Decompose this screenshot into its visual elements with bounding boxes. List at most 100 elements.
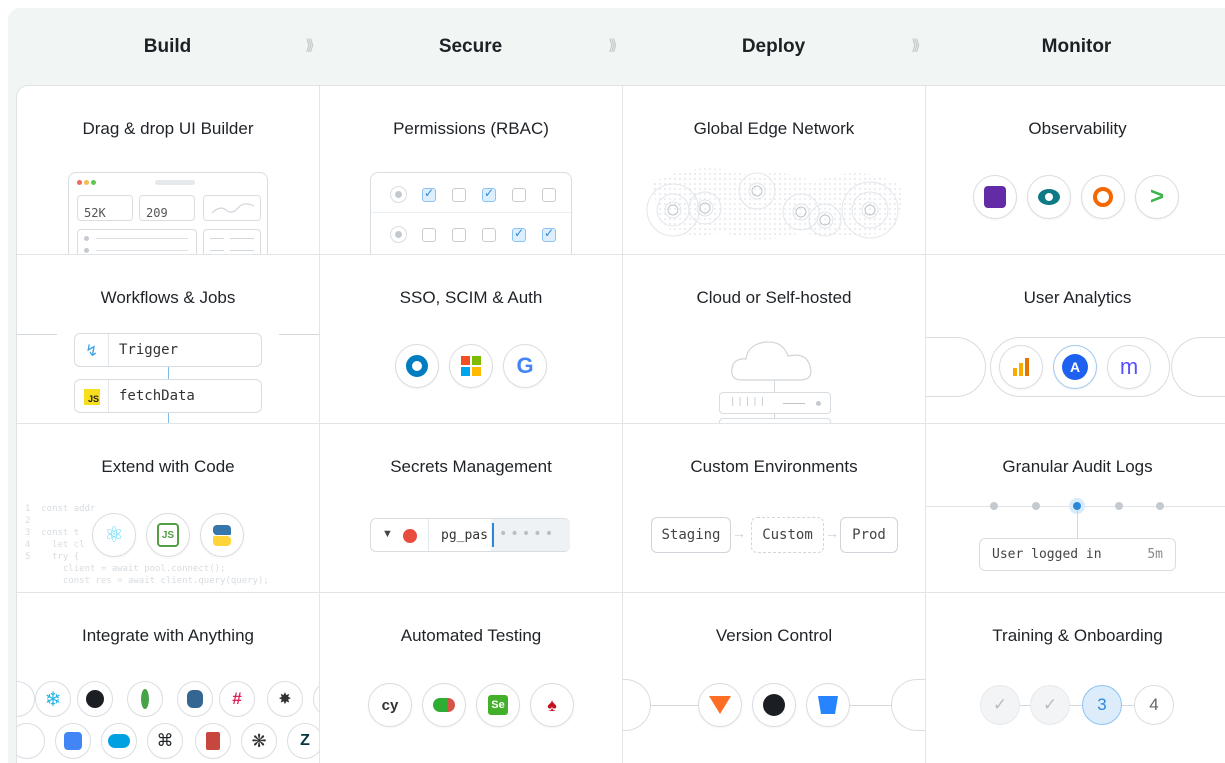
- audit-log-entry[interactable]: User logged in 5m: [979, 538, 1176, 571]
- github-icon: [77, 681, 113, 717]
- cell-title: Automated Testing: [400, 626, 542, 645]
- stage-build: Build: [143, 36, 192, 57]
- eye-icon: [1027, 175, 1071, 219]
- env-custom[interactable]: Custom: [751, 517, 824, 553]
- world-map: [646, 168, 903, 240]
- sparkline-card: [203, 195, 261, 221]
- permission-checkbox[interactable]: [482, 186, 496, 202]
- cell-extend-code[interactable]: Extend with Code 1 const addr 2 3 const …: [17, 424, 320, 593]
- vault-icon: [403, 529, 417, 543]
- feature-grid: Drag & drop UI Builder 52K 209 Permissio…: [16, 85, 1225, 763]
- step-complete-icon[interactable]: ✓: [1030, 685, 1070, 725]
- cell-observability[interactable]: Observability >: [926, 86, 1225, 255]
- mongodb-icon: [127, 681, 163, 717]
- cell-title: Integrate with Anything: [81, 626, 254, 645]
- dropdown-icon: ▼: [382, 528, 393, 540]
- stage-monitor: Monitor: [1041, 36, 1112, 57]
- env-prod[interactable]: Prod: [840, 517, 898, 553]
- cell-title: Custom Environments: [690, 457, 858, 476]
- permission-checkbox[interactable]: [542, 226, 556, 242]
- permission-checkbox[interactable]: [482, 228, 496, 242]
- stage-deploy: Deploy: [741, 36, 806, 57]
- user-icon: [390, 226, 407, 243]
- cell-rbac[interactable]: Permissions (RBAC): [320, 86, 623, 255]
- log-time: 5m: [1147, 547, 1163, 562]
- salesforce-icon: [101, 723, 137, 759]
- datadog-icon: [973, 175, 1017, 219]
- permission-checkbox[interactable]: [422, 186, 436, 202]
- python-icon: [200, 513, 244, 557]
- cell-secrets[interactable]: Secrets Management ▼ pg_pas •••••: [320, 424, 623, 593]
- jest-icon: ♠: [530, 683, 574, 727]
- permission-checkbox[interactable]: [452, 228, 466, 242]
- step-current[interactable]: 3: [1082, 685, 1122, 725]
- cell-title: Observability: [1028, 119, 1127, 138]
- github-icon: [752, 683, 796, 727]
- openai-icon: ✸: [267, 681, 303, 717]
- cell-title: Global Edge Network: [693, 119, 855, 138]
- cell-title: Version Control: [715, 626, 833, 645]
- cypress-icon: cy: [368, 683, 412, 727]
- cell-title: Granular Audit Logs: [1002, 457, 1153, 476]
- gitlab-icon: [698, 683, 742, 727]
- integration-icon: [17, 681, 35, 717]
- cell-title: Workflows & Jobs: [100, 288, 236, 307]
- permission-checkbox[interactable]: [512, 226, 526, 242]
- arrow-right-icon: →: [825, 525, 839, 541]
- redis-icon: [17, 723, 45, 759]
- permission-checkbox[interactable]: [422, 228, 436, 242]
- cell-ui-builder[interactable]: Drag & drop UI Builder 52K 209: [17, 86, 320, 255]
- cell-integrations[interactable]: Integrate with Anything ❄ # ✸ ⌘ ❋ Z: [17, 593, 320, 763]
- cell-user-analytics[interactable]: User Analytics A m: [926, 255, 1225, 424]
- microsoft-icon: [449, 344, 493, 388]
- zendesk-icon: Z: [287, 723, 319, 759]
- mixpanel-icon: m: [1107, 345, 1151, 389]
- bigquery-icon: [55, 723, 91, 759]
- permission-checkbox[interactable]: [512, 188, 526, 202]
- secret-input[interactable]: ▼ pg_pas •••••: [370, 518, 570, 552]
- cell-title: Permissions (RBAC): [393, 119, 549, 138]
- log-event: User logged in: [992, 547, 1102, 562]
- bar-chart-icon: [999, 345, 1043, 389]
- cell-environments[interactable]: Custom Environments Staging → Custom → P…: [623, 424, 926, 593]
- cell-audit-logs[interactable]: Granular Audit Logs User logged in 5m: [926, 424, 1225, 593]
- cell-testing[interactable]: Automated Testing cy Se ♠: [320, 593, 623, 763]
- cell-workflows[interactable]: Workflows & Jobs ↯ Trigger JS fetchData: [17, 255, 320, 424]
- user-icon: [390, 186, 407, 203]
- text-cursor: [492, 523, 494, 547]
- javascript-icon: JS: [84, 389, 100, 405]
- stage-secure: Secure: [438, 36, 503, 57]
- cell-title: Training & Onboarding: [992, 626, 1163, 645]
- cell-title: Secrets Management: [390, 457, 552, 476]
- cell-title: Drag & drop UI Builder: [82, 119, 254, 138]
- okta-icon: [395, 344, 439, 388]
- chevron-right-icon: ⟩⟩⟩: [608, 37, 617, 54]
- cell-sso[interactable]: SSO, SCIM & Auth G: [320, 255, 623, 424]
- permission-checkbox[interactable]: [542, 188, 556, 202]
- chevron-right-icon: ⟩⟩⟩: [305, 37, 314, 54]
- permission-checkbox[interactable]: [452, 188, 466, 202]
- cell-training[interactable]: Training & Onboarding ✓ ✓ 3 4: [926, 593, 1225, 763]
- workflow-step-trigger[interactable]: ↯ Trigger: [74, 333, 262, 367]
- cell-cloud-hosting[interactable]: Cloud or Self-hosted |||||: [623, 255, 926, 424]
- env-staging[interactable]: Staging: [651, 517, 731, 553]
- server-rack: |||||: [719, 392, 831, 414]
- cell-edge-network[interactable]: Global Edge Network: [623, 86, 926, 255]
- playwright-icon: [422, 683, 466, 727]
- integration-icon: [313, 681, 319, 717]
- cloud-icon: [731, 341, 812, 381]
- step-next[interactable]: 4: [1134, 685, 1174, 725]
- selenium-icon: Se: [476, 683, 520, 727]
- cell-title: SSO, SCIM & Auth: [399, 288, 543, 307]
- stat-card: 52K: [77, 195, 133, 221]
- dashboard-mockup: 52K 209: [68, 172, 268, 254]
- arrow-right-icon: →: [732, 525, 746, 541]
- workflow-step-fetch[interactable]: JS fetchData: [74, 379, 262, 413]
- step-label: fetchData: [119, 388, 195, 404]
- step-complete-icon[interactable]: ✓: [980, 685, 1020, 725]
- cell-version-control[interactable]: Version Control: [623, 593, 926, 763]
- masked-dots: •••••: [499, 526, 557, 542]
- arc-decoration: [623, 679, 651, 731]
- slack-icon: #: [219, 681, 255, 717]
- arc-decoration: [891, 679, 925, 731]
